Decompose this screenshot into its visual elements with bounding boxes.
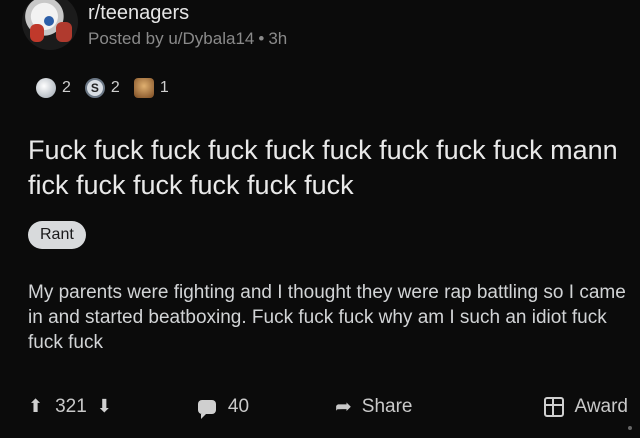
avatar-detail	[56, 22, 72, 42]
upvote-icon[interactable]: ⬆	[28, 396, 43, 417]
wholesome-award-icon	[133, 78, 154, 98]
comment-count: 40	[227, 395, 250, 417]
share-icon: ➦	[335, 396, 352, 418]
subreddit-avatar[interactable]	[22, 0, 78, 50]
post-header: r/teenagers Posted by u/Dybala14 • 3h	[22, 0, 287, 50]
gift-icon	[544, 396, 565, 417]
award-button[interactable]: Award	[544, 396, 628, 418]
avatar-detail	[30, 24, 44, 42]
share-button[interactable]: ➦ Share	[335, 394, 412, 419]
award-label: Award	[574, 395, 628, 417]
posted-by-prefix: Posted by	[88, 29, 164, 48]
award-silver[interactable]: 2	[36, 78, 71, 98]
downvote-icon[interactable]: ⬇	[97, 396, 112, 417]
helpful-award-icon: S	[84, 78, 105, 98]
comments-button[interactable]: 40	[197, 395, 250, 419]
vote-controls: ⬆ 321 ⬇	[28, 396, 112, 418]
vote-score: 321	[55, 395, 87, 417]
comment-icon	[197, 399, 216, 419]
meta-separator: •	[258, 29, 265, 48]
post-body: My parents were fighting and I thought t…	[28, 282, 626, 353]
award-wholesome[interactable]: 1	[133, 78, 169, 98]
award-count: 2	[62, 79, 71, 96]
author-link[interactable]: u/Dybala14	[168, 29, 254, 48]
subreddit-name[interactable]: r/teenagers	[88, 2, 287, 25]
posted-by: Posted by u/Dybala14 • 3h	[88, 29, 287, 49]
award-helpful[interactable]: S 2	[84, 78, 120, 98]
avatar-detail	[44, 16, 54, 26]
watermark-dot	[628, 426, 632, 430]
silver-award-icon	[36, 78, 56, 98]
post-flair[interactable]: Rant	[28, 221, 86, 249]
awards-row[interactable]: 2 S 2 1	[36, 78, 183, 98]
post-meta: r/teenagers Posted by u/Dybala14 • 3h	[88, 0, 287, 49]
award-count: 2	[110, 79, 120, 96]
award-count: 1	[159, 79, 169, 96]
share-label: Share	[361, 395, 413, 417]
post-title[interactable]: Fuck fuck fuck fuck fuck fuck fuck fuck …	[28, 133, 628, 203]
post-age: 3h	[268, 29, 288, 48]
post-actions: ⬆ 321 ⬇ 40 ➦ Share Award	[28, 394, 628, 419]
